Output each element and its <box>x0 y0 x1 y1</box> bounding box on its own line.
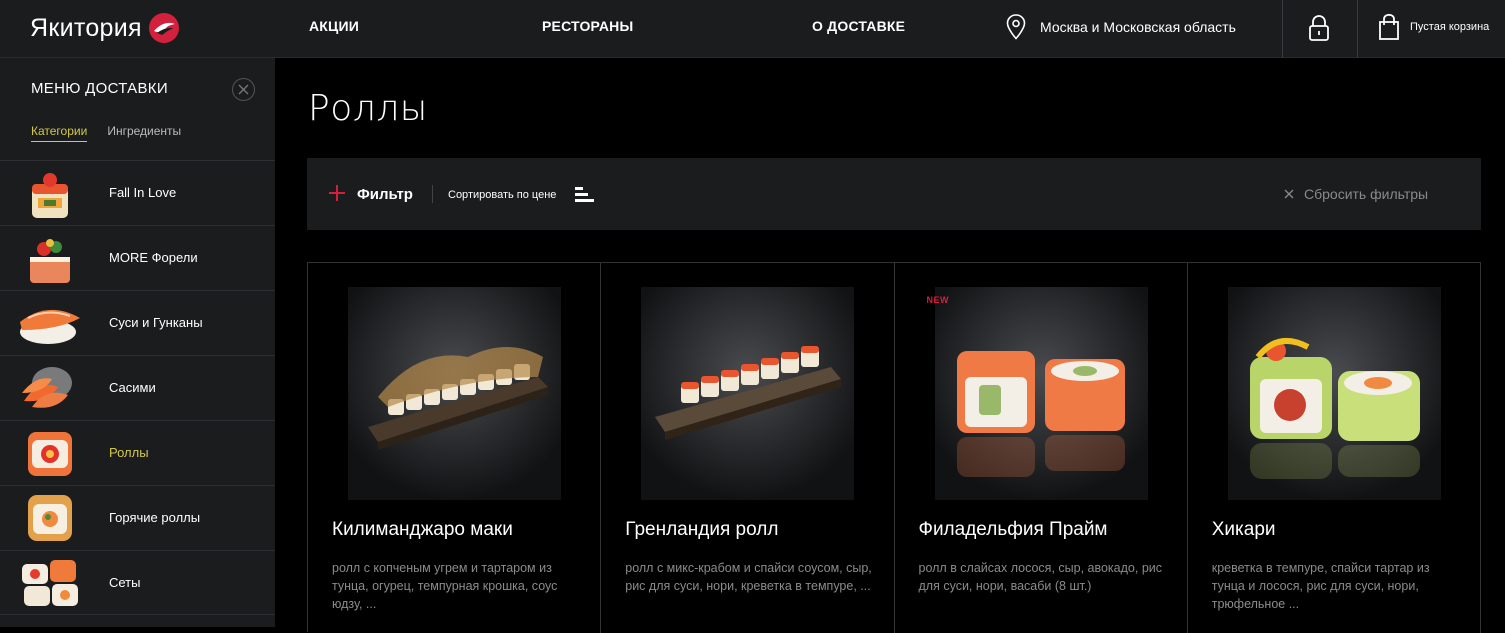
product-card[interactable]: Килиманджаро маки ролл с копченым угрем … <box>308 263 602 633</box>
product-name[interactable]: Хикари <box>1212 519 1462 541</box>
category-image <box>20 309 80 344</box>
page-title: Роллы <box>308 88 428 129</box>
location-selector[interactable]: Москва и Московская область <box>1006 14 1236 40</box>
new-badge: NEW <box>926 295 949 305</box>
tab-ingredients[interactable]: Ингредиенты <box>107 124 181 142</box>
product-image[interactable] <box>348 287 561 500</box>
reset-filters-label: Сбросить фильтры <box>1304 186 1429 202</box>
lock-icon <box>1309 15 1329 41</box>
nav-delivery[interactable]: О ДОСТАВКЕ <box>812 18 905 34</box>
filter-bar: Фильтр Сортировать по цене Сбросить филь… <box>307 158 1481 230</box>
category-list: Fall In Love MORE Форели Суси и Гунканы <box>0 160 275 615</box>
category-image <box>28 495 72 541</box>
sort-by-price-button[interactable]: Сортировать по цене <box>448 189 556 201</box>
category-image <box>22 367 72 408</box>
sidebar-item-rolls[interactable]: Роллы <box>0 420 275 485</box>
category-image <box>30 239 70 283</box>
product-card[interactable]: Хикари креветка в темпуре, спайси тартар… <box>1188 263 1481 633</box>
close-icon <box>1284 189 1294 199</box>
sidebar-item-label: Роллы <box>109 445 149 460</box>
plus-icon[interactable] <box>329 185 345 201</box>
sidebar-item-label: MORE Форели <box>109 250 198 265</box>
delivery-menu-sidebar: МЕНЮ ДОСТАВКИ Категории Ингредиенты Fall… <box>0 58 275 627</box>
category-image <box>22 560 78 606</box>
location-pin-icon <box>1006 14 1026 40</box>
location-text: Москва и Московская область <box>1040 19 1236 35</box>
top-header: Якитория АКЦИИ РЕСТОРАНЫ О ДОСТАВКЕ Моск… <box>0 0 1505 58</box>
sidebar-tabs: Категории Ингредиенты <box>31 124 201 142</box>
close-icon <box>238 84 249 95</box>
sidebar-item-sushi-gunkan[interactable]: Суси и Гунканы <box>0 290 275 355</box>
sidebar-item-fall-in-love[interactable]: Fall In Love <box>0 160 275 225</box>
divider <box>432 185 433 203</box>
sidebar-item-sashimi[interactable]: Сасими <box>0 355 275 420</box>
sidebar-item-hot-rolls[interactable]: Горячие роллы <box>0 485 275 550</box>
sidebar-item-label: Суси и Гунканы <box>109 315 203 330</box>
sidebar-item-label: Сасими <box>109 380 156 395</box>
shopping-bag-icon <box>1379 13 1399 40</box>
nav-restaurants[interactable]: РЕСТОРАНЫ <box>542 18 633 34</box>
sidebar-item-more-foreli[interactable]: MORE Форели <box>0 225 275 290</box>
sort-bars-icon[interactable] <box>575 187 595 203</box>
header-divider <box>1282 0 1283 58</box>
logo-text: Якитория <box>30 13 142 42</box>
product-name[interactable]: Филадельфия Прайм <box>919 519 1169 541</box>
filter-button[interactable]: Фильтр <box>357 186 413 203</box>
sidebar-title: МЕНЮ ДОСТАВКИ <box>31 80 168 97</box>
cart-label: Пустая корзина <box>1410 21 1490 33</box>
sidebar-item-label: Fall In Love <box>109 185 177 200</box>
product-description: ролл в слайсах лосося, сыр, авокадо, рис… <box>918 561 1163 593</box>
category-image <box>28 432 72 476</box>
product-grid: Килиманджаро маки ролл с копченым угрем … <box>307 262 1481 633</box>
product-description: креветка в темпуре, спайси тартар из тун… <box>1211 561 1430 611</box>
sidebar-item-label: Сеты <box>109 575 141 590</box>
product-image[interactable] <box>1227 287 1441 500</box>
product-image[interactable] <box>641 287 855 500</box>
sidebar-close-button[interactable] <box>232 78 255 101</box>
product-description: ролл с микс-крабом и спайси соусом, сыр,… <box>625 561 872 593</box>
header-divider <box>1357 0 1358 58</box>
tab-categories[interactable]: Категории <box>31 124 88 142</box>
cart-button[interactable]: Пустая корзина <box>1378 13 1489 41</box>
nav-promotions[interactable]: АКЦИИ <box>309 18 359 34</box>
product-card[interactable]: NEW Филадельфия Прайм ролл в слайсах лос… <box>895 263 1188 633</box>
login-button[interactable] <box>1308 14 1330 47</box>
logo[interactable]: Якитория <box>30 12 180 44</box>
product-image[interactable] <box>934 287 1148 500</box>
product-name[interactable]: Гренландия ролл <box>625 519 875 541</box>
product-name[interactable]: Килиманджаро маки <box>332 519 582 541</box>
product-card[interactable]: Гренландия ролл ролл с микс-крабом и спа… <box>601 263 895 633</box>
sidebar-item-label: Горячие роллы <box>109 510 201 525</box>
sidebar-item-sets[interactable]: Сеты <box>0 550 275 615</box>
logo-mark-icon <box>148 13 179 43</box>
reset-filters-button[interactable]: Сбросить фильтры <box>1284 186 1428 202</box>
category-image <box>32 173 68 218</box>
product-description: ролл с копченым угрем и тартаром из тунц… <box>332 561 558 611</box>
